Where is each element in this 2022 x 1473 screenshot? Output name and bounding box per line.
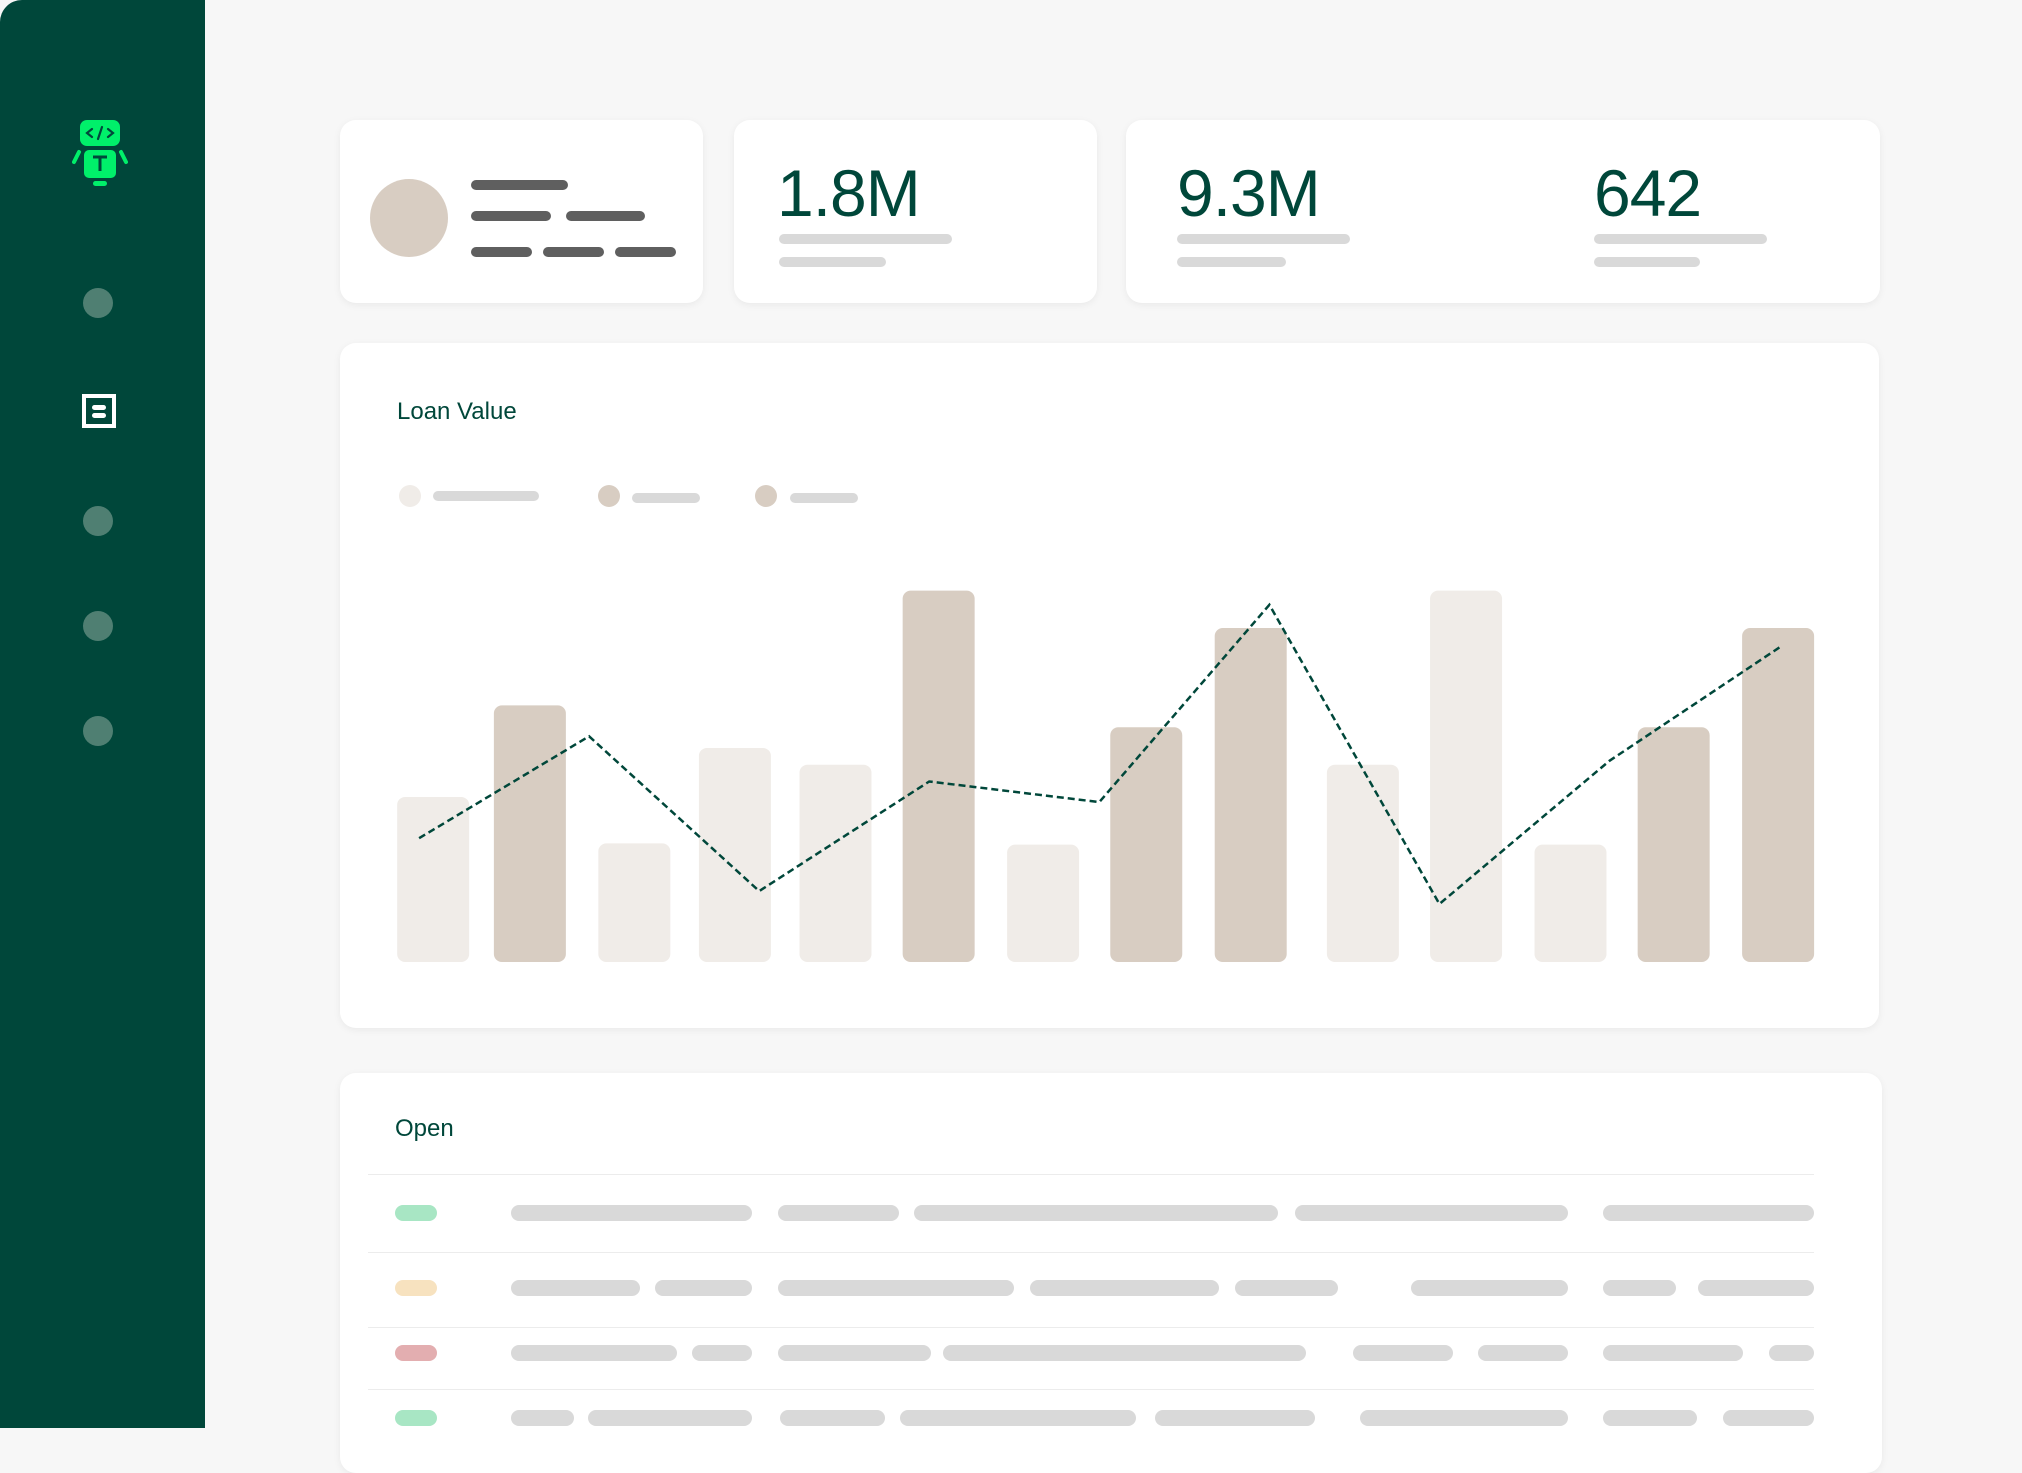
chart-bar [1742, 628, 1815, 962]
chart-bar [397, 796, 470, 962]
chart-bar [1430, 590, 1503, 962]
chart-bar [1214, 628, 1287, 962]
chart-bar [1110, 727, 1183, 962]
chart-bar [698, 747, 771, 962]
chart-bar [1326, 764, 1399, 962]
chart-overlay [397, 590, 1815, 962]
chart-bar [799, 764, 872, 962]
chart-bar [598, 843, 671, 962]
chart-bar [1007, 844, 1080, 962]
chart-bar [902, 590, 975, 962]
chart-bar [1534, 844, 1607, 962]
chart-bar [493, 705, 566, 962]
chart-bar [1637, 727, 1710, 962]
